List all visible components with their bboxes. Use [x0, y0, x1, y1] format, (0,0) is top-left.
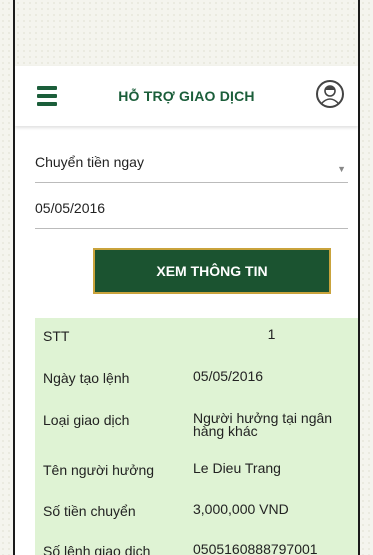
order-value: 0505160888797001 [193, 541, 318, 555]
transfer-type-select[interactable]: Chuyển tiền ngay ▼ [35, 154, 348, 183]
amount-value: 3,000,000 VND [193, 501, 289, 517]
order-label: Số lệnh giao dịch [43, 543, 151, 555]
frame-border-right [358, 0, 360, 555]
amount-label: Số tiền chuyển [43, 503, 136, 519]
type-value: Người hưởng tại ngân hàng khác [193, 410, 333, 439]
beneficiary-value: Le Dieu Trang [193, 460, 281, 476]
view-info-button[interactable]: XEM THÔNG TIN [93, 248, 331, 294]
beneficiary-label: Tên người hưởng [43, 462, 155, 478]
date-value: 05/05/2016 [35, 200, 106, 216]
transfer-type-value: Chuyển tiền ngay [35, 154, 144, 170]
created-value: 05/05/2016 [193, 368, 264, 384]
caret-down-icon: ▼ [337, 164, 346, 174]
stt-value: 1 [267, 326, 276, 342]
date-field[interactable]: 05/05/2016 [35, 200, 348, 229]
user-avatar-icon[interactable] [316, 80, 344, 108]
type-label: Loại giao dịch [43, 412, 130, 428]
stt-label: STT [43, 328, 70, 344]
transaction-details-panel: STT 1 Ngày tạo lệnh 05/05/2016 Loại giao… [35, 318, 358, 555]
page-title: HỖ TRỢ GIAO DỊCH [118, 88, 255, 104]
created-label: Ngày tạo lệnh [43, 370, 130, 386]
app-frame: HỖ TRỢ GIAO DỊCH Chuyển tiền ngay ▼ 05/0… [13, 0, 360, 555]
app-header: HỖ TRỢ GIAO DỊCH [15, 66, 358, 126]
top-blank-area [15, 0, 358, 66]
